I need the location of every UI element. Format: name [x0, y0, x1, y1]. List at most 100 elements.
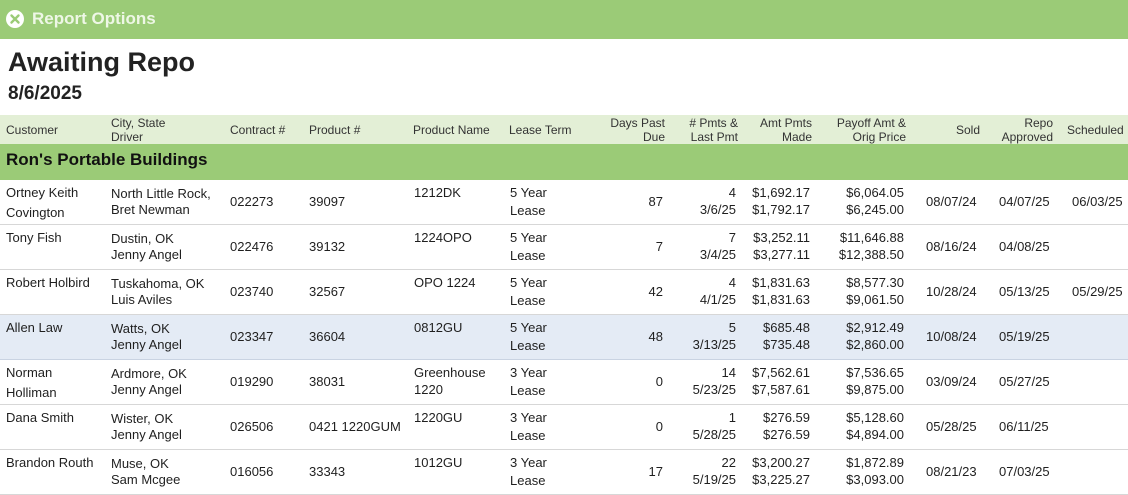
- cell-last-pmt: 5/23/25: [692, 382, 736, 397]
- col-days-past[interactable]: Days Past: [590, 116, 665, 130]
- cell-pmts: 14: [721, 365, 736, 380]
- page-title: Awaiting Repo: [8, 47, 196, 77]
- col-repo-approved: Approved: [1001, 130, 1053, 144]
- cell-amt-2: $7,587.61: [752, 382, 810, 397]
- close-icon[interactable]: [6, 10, 24, 28]
- cell-payoff: $1,872.89: [846, 455, 904, 470]
- col-lease-term[interactable]: Lease Term: [509, 123, 571, 137]
- cell-driver: Sam Mcgee: [111, 472, 181, 487]
- col-customer[interactable]: Customer: [6, 123, 58, 137]
- col-last-pmt: Last Pmt: [690, 130, 738, 144]
- cell-amt-2: $3,225.27: [752, 472, 810, 487]
- cell-payoff: $5,128.60: [846, 410, 904, 425]
- col-payoff[interactable]: Payoff Amt &: [818, 116, 906, 130]
- cell-product: 39097: [309, 194, 346, 209]
- col-city-state[interactable]: City, State: [111, 116, 165, 130]
- cell-customer-1: Allen Law: [6, 320, 63, 335]
- col-driver[interactable]: Driver: [111, 130, 143, 144]
- cell-term-2: Lease: [510, 428, 546, 443]
- cell-repo: 05/27/25: [999, 374, 1050, 389]
- cell-driver: Bret Newman: [111, 202, 190, 217]
- cell-days: 17: [648, 464, 663, 479]
- col-repo[interactable]: Repo: [993, 116, 1053, 130]
- cell-customer-2: Covington: [6, 205, 65, 220]
- cell-sold: 08/07/24: [926, 194, 977, 209]
- cell-pmts: 1: [728, 410, 736, 425]
- cell-amt-1: $1,831.63: [752, 275, 810, 290]
- table-row[interactable]: Norman Holliman Ardmore, OK Jenny Angel 0192…: [0, 360, 1128, 405]
- cell-payoff: $2,912.49: [846, 320, 904, 335]
- report-options-bar[interactable]: Report Options: [0, 0, 1128, 39]
- cell-scheduled: 06/03/25: [1072, 194, 1123, 209]
- cell-term-2: Lease: [510, 338, 546, 353]
- col-orig-price: Orig Price: [852, 130, 906, 144]
- cell-term-1: 5 Year: [510, 320, 547, 335]
- cell-repo: 05/13/25: [999, 284, 1050, 299]
- cell-contract: 026506: [230, 419, 274, 434]
- cell-pmts: 7: [728, 230, 736, 245]
- cell-sold: 10/08/24: [926, 329, 977, 344]
- table-row[interactable]: Tony Fish Dustin, OK Jenny Angel 022476 3913…: [0, 225, 1128, 270]
- cell-driver: Jenny Angel: [111, 427, 182, 442]
- table-row[interactable]: Brandon Routh Muse, OK Sam Mcgee 016056 3334…: [0, 450, 1128, 495]
- cell-product: 36604: [309, 329, 346, 344]
- group-header: Ron's Portable Buildings: [0, 144, 1128, 180]
- cell-amt-1: $276.59: [763, 410, 810, 425]
- cell-driver: Jenny Angel: [111, 337, 182, 352]
- table-row[interactable]: Dana Smith Wister, OK Jenny Angel 026506 042…: [0, 405, 1128, 450]
- cell-contract: 016056: [230, 464, 274, 479]
- cell-product-name-1: OPO 1224: [414, 275, 476, 290]
- cell-term-1: 3 Year: [510, 410, 547, 425]
- col-scheduled[interactable]: Scheduled: [1067, 123, 1124, 137]
- table-row[interactable]: Ortney Keith Covington North Little Rock, B…: [0, 180, 1128, 225]
- cell-orig: $3,093.00: [846, 472, 904, 487]
- cell-sold: 10/28/24: [926, 284, 977, 299]
- cell-amt-2: $1,831.63: [752, 292, 810, 307]
- cell-product-name-1: 1224OPO: [414, 230, 472, 245]
- cell-last-pmt: 4/1/25: [699, 292, 736, 307]
- col-pmts[interactable]: # Pmts &: [670, 116, 738, 130]
- cell-sold: 03/09/24: [926, 374, 977, 389]
- cell-customer-1: Tony Fish: [6, 230, 62, 245]
- table-row[interactable]: Robert Holbird Tuskahoma, OK Luis Aviles 02…: [0, 270, 1128, 315]
- cell-term-1: 3 Year: [510, 365, 547, 380]
- cell-contract: 022476: [230, 239, 274, 254]
- table-row[interactable]: Allen Law Watts, OK Jenny Angel 023347 36604…: [0, 315, 1128, 360]
- cell-customer-1: Norman: [6, 365, 53, 380]
- cell-orig: $6,245.00: [846, 202, 904, 217]
- col-product[interactable]: Product #: [309, 123, 360, 137]
- cell-payoff: $7,536.65: [846, 365, 904, 380]
- cell-pmts: 4: [728, 185, 736, 200]
- report-date: 8/6/2025: [8, 83, 82, 104]
- cell-repo: 05/19/25: [999, 329, 1050, 344]
- cell-sold: 08/16/24: [926, 239, 977, 254]
- report-options-label[interactable]: Report Options: [32, 9, 156, 29]
- cell-repo: 04/08/25: [999, 239, 1050, 254]
- cell-orig: $12,388.50: [838, 247, 904, 262]
- cell-driver: Jenny Angel: [111, 247, 182, 262]
- cell-pmts: 4: [728, 275, 736, 290]
- cell-term-1: 5 Year: [510, 230, 547, 245]
- cell-term-2: Lease: [510, 473, 546, 488]
- cell-days: 42: [648, 284, 663, 299]
- cell-days: 87: [648, 194, 663, 209]
- cell-days: 0: [655, 419, 663, 434]
- col-amt-pmts[interactable]: Amt Pmts: [742, 116, 812, 130]
- cell-days: 48: [648, 329, 663, 344]
- cell-contract: 019290: [230, 374, 274, 389]
- cell-product: 0421 1220GUM: [309, 419, 401, 434]
- col-product-name[interactable]: Product Name: [413, 123, 490, 137]
- cell-term-2: Lease: [510, 248, 546, 263]
- col-sold[interactable]: Sold: [930, 123, 980, 137]
- cell-days: 0: [655, 374, 663, 389]
- cell-product: 39132: [309, 239, 346, 254]
- cell-orig: $9,061.50: [846, 292, 904, 307]
- col-days-past-due: Due: [642, 130, 665, 144]
- cell-last-pmt: 3/13/25: [692, 337, 736, 352]
- col-contract[interactable]: Contract #: [230, 123, 285, 137]
- cell-driver: Luis Aviles: [111, 292, 173, 307]
- cell-sold: 08/21/23: [926, 464, 977, 479]
- cell-pmts: 22: [721, 455, 736, 470]
- cell-days: 7: [655, 239, 663, 254]
- cell-product: 33343: [309, 464, 346, 479]
